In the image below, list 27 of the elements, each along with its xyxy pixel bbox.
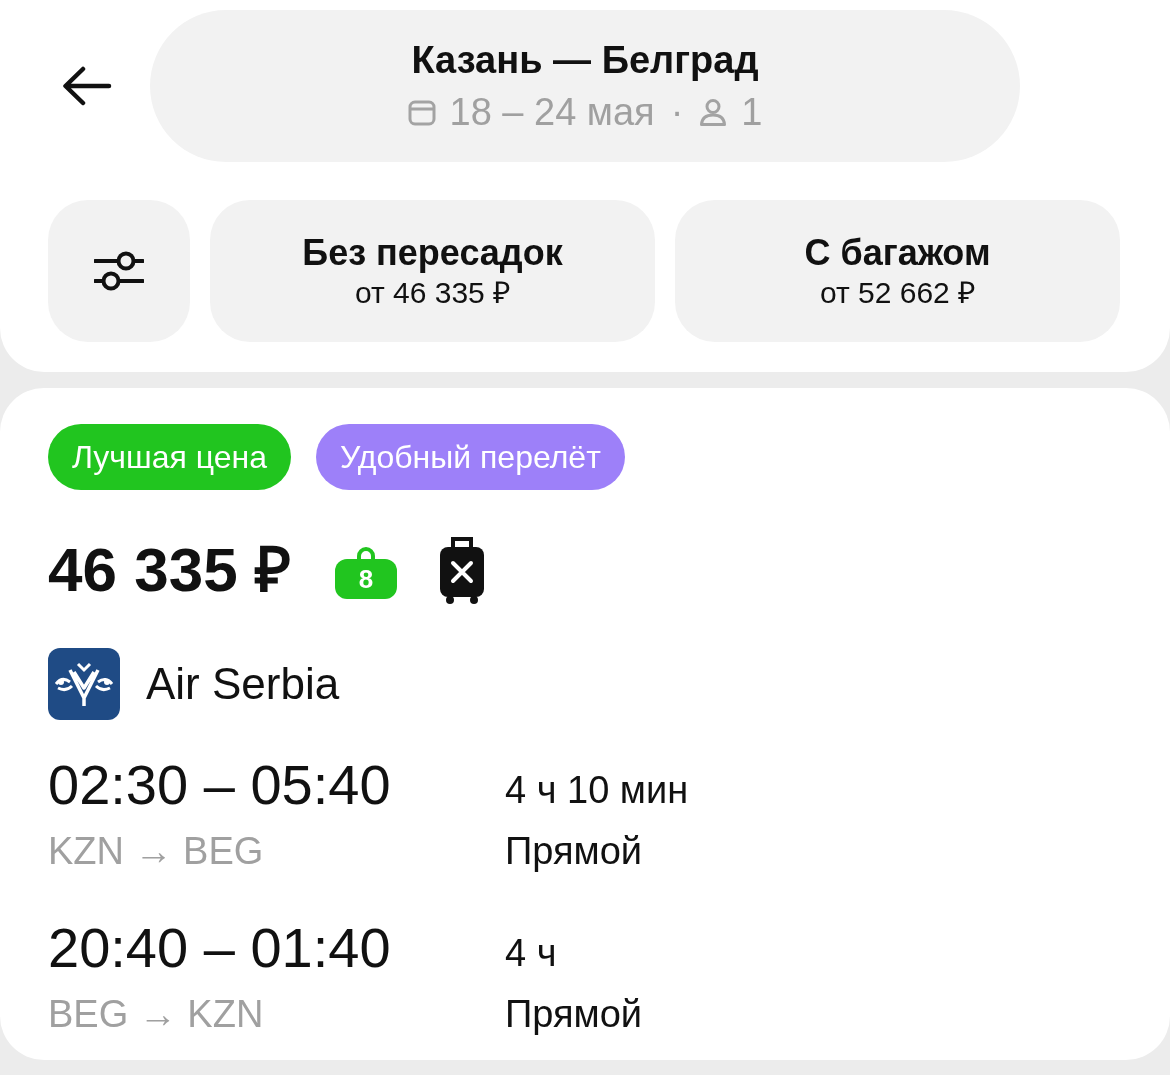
stops-label: Прямой: [505, 829, 643, 874]
airline-name: Air Serbia: [146, 658, 340, 710]
flight-duration: 4 ч 10 мин: [505, 768, 689, 813]
offer-tag: Удобный перелёт: [315, 424, 625, 490]
flight-times: 02:30 – 05:40: [48, 752, 391, 818]
flight-duration: 4 ч: [505, 931, 557, 976]
date-range: 18 – 24 мая: [449, 90, 655, 135]
separator-dot: ·: [670, 90, 684, 135]
stops-label: Прямой: [505, 992, 643, 1037]
airport-route: KZN → BEG: [48, 829, 264, 874]
back-button[interactable]: [62, 66, 112, 106]
bird-logo-icon: [48, 648, 120, 720]
filter-settings-button[interactable]: [48, 200, 190, 342]
sliders-icon: [94, 250, 144, 292]
calendar-icon: [407, 98, 436, 126]
passenger-count: 1: [741, 90, 763, 135]
route-title: Казань — Белград: [411, 38, 759, 83]
offer-price: 46 335 ₽: [48, 534, 291, 606]
filter-chip[interactable]: С багажом от 52 662 ₽: [675, 200, 1120, 342]
filter-chip[interactable]: Без пересадок от 46 335 ₽: [210, 200, 655, 342]
bag-weight-label: 8: [357, 563, 375, 595]
back-icon: [62, 66, 112, 106]
offer-tag: Лучшая цена: [48, 424, 291, 490]
search-summary-button[interactable]: Казань — Белград 18 – 24 мая · 1: [150, 10, 1020, 162]
airport-route: BEG → KZN: [48, 992, 264, 1037]
flight-times: 20:40 – 01:40: [48, 915, 391, 981]
person-icon: [699, 98, 728, 126]
